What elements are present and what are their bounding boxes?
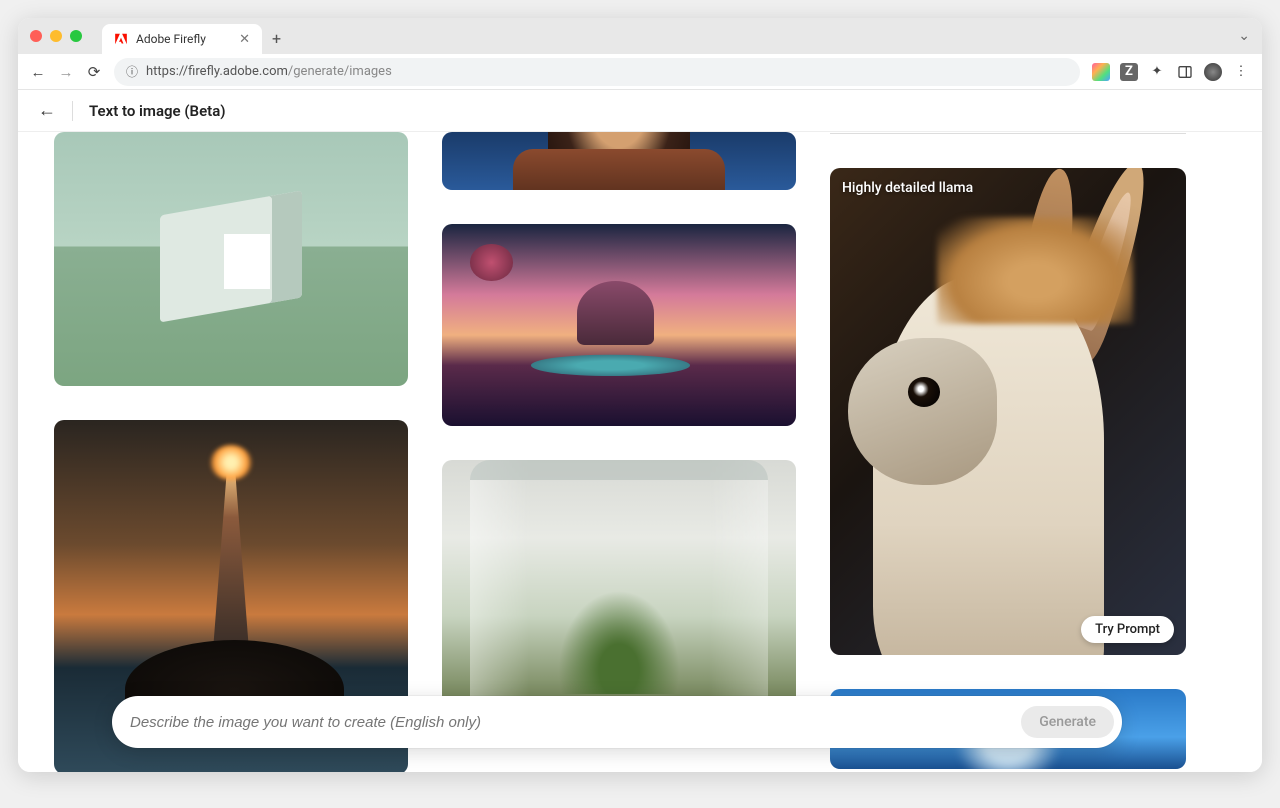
extension-icon-z[interactable]: Z — [1120, 63, 1138, 81]
site-info-icon[interactable]: ⓘ — [126, 63, 138, 80]
sample-card-scifi-planet[interactable] — [442, 224, 796, 426]
generate-button[interactable]: Generate — [1021, 706, 1114, 738]
browser-tab[interactable]: Adobe Firefly ✕ — [102, 24, 262, 54]
featured-caption: Highly detailed llama — [842, 180, 973, 196]
url-text: https://firefly.adobe.com/generate/image… — [146, 64, 392, 79]
back-button[interactable]: ← — [30, 63, 46, 81]
address-bar[interactable]: ⓘ https://firefly.adobe.com/generate/ima… — [114, 58, 1080, 86]
new-tab-button[interactable]: + — [262, 23, 291, 54]
adobe-favicon-icon — [114, 32, 128, 46]
browser-menu-icon[interactable]: ⋮ — [1232, 63, 1250, 81]
gallery-content: Highly detailed llama Try Prompt Generat… — [18, 132, 1262, 772]
app-header: ← Text to image (Beta) — [18, 90, 1262, 132]
page-title: Text to image (Beta) — [89, 102, 226, 120]
app-back-button[interactable]: ← — [38, 100, 56, 121]
gallery-column-middle — [442, 132, 796, 772]
gallery-column-right: Highly detailed llama Try Prompt — [830, 132, 1186, 772]
panel-icon[interactable] — [1176, 63, 1194, 81]
extensions-menu-icon[interactable]: ✦ — [1148, 63, 1166, 81]
profile-avatar-icon[interactable] — [1204, 63, 1222, 81]
sample-card-isometric-house[interactable] — [54, 132, 408, 386]
window-title-bar: Adobe Firefly ✕ + ⌄ — [18, 18, 1262, 54]
extension-icons: Z ✦ ⋮ — [1092, 63, 1250, 81]
gallery-column-left — [54, 132, 408, 772]
minimize-window-button[interactable] — [50, 30, 62, 42]
browser-window: Adobe Firefly ✕ + ⌄ ← → ⟳ ⓘ https://fire… — [18, 18, 1262, 772]
close-window-button[interactable] — [30, 30, 42, 42]
close-tab-icon[interactable]: ✕ — [239, 32, 250, 47]
tab-strip: Adobe Firefly ✕ + — [102, 18, 291, 54]
sidebar-divider — [830, 133, 1186, 134]
sample-card-portrait[interactable] — [442, 132, 796, 190]
prompt-bar: Generate — [112, 696, 1122, 748]
prompt-input[interactable] — [130, 714, 1021, 731]
try-prompt-button[interactable]: Try Prompt — [1081, 616, 1174, 643]
browser-toolbar: ← → ⟳ ⓘ https://firefly.adobe.com/genera… — [18, 54, 1262, 90]
divider — [72, 101, 73, 121]
extension-icon[interactable] — [1092, 63, 1110, 81]
maximize-window-button[interactable] — [70, 30, 82, 42]
tab-title: Adobe Firefly — [136, 32, 206, 46]
sample-card-terrarium-jar[interactable] — [442, 460, 796, 720]
featured-card[interactable]: Highly detailed llama Try Prompt — [830, 168, 1186, 655]
reload-button[interactable]: ⟳ — [86, 63, 102, 81]
expand-tabs-icon[interactable]: ⌄ — [1238, 28, 1250, 44]
window-controls — [30, 30, 82, 42]
forward-button[interactable]: → — [58, 63, 74, 81]
